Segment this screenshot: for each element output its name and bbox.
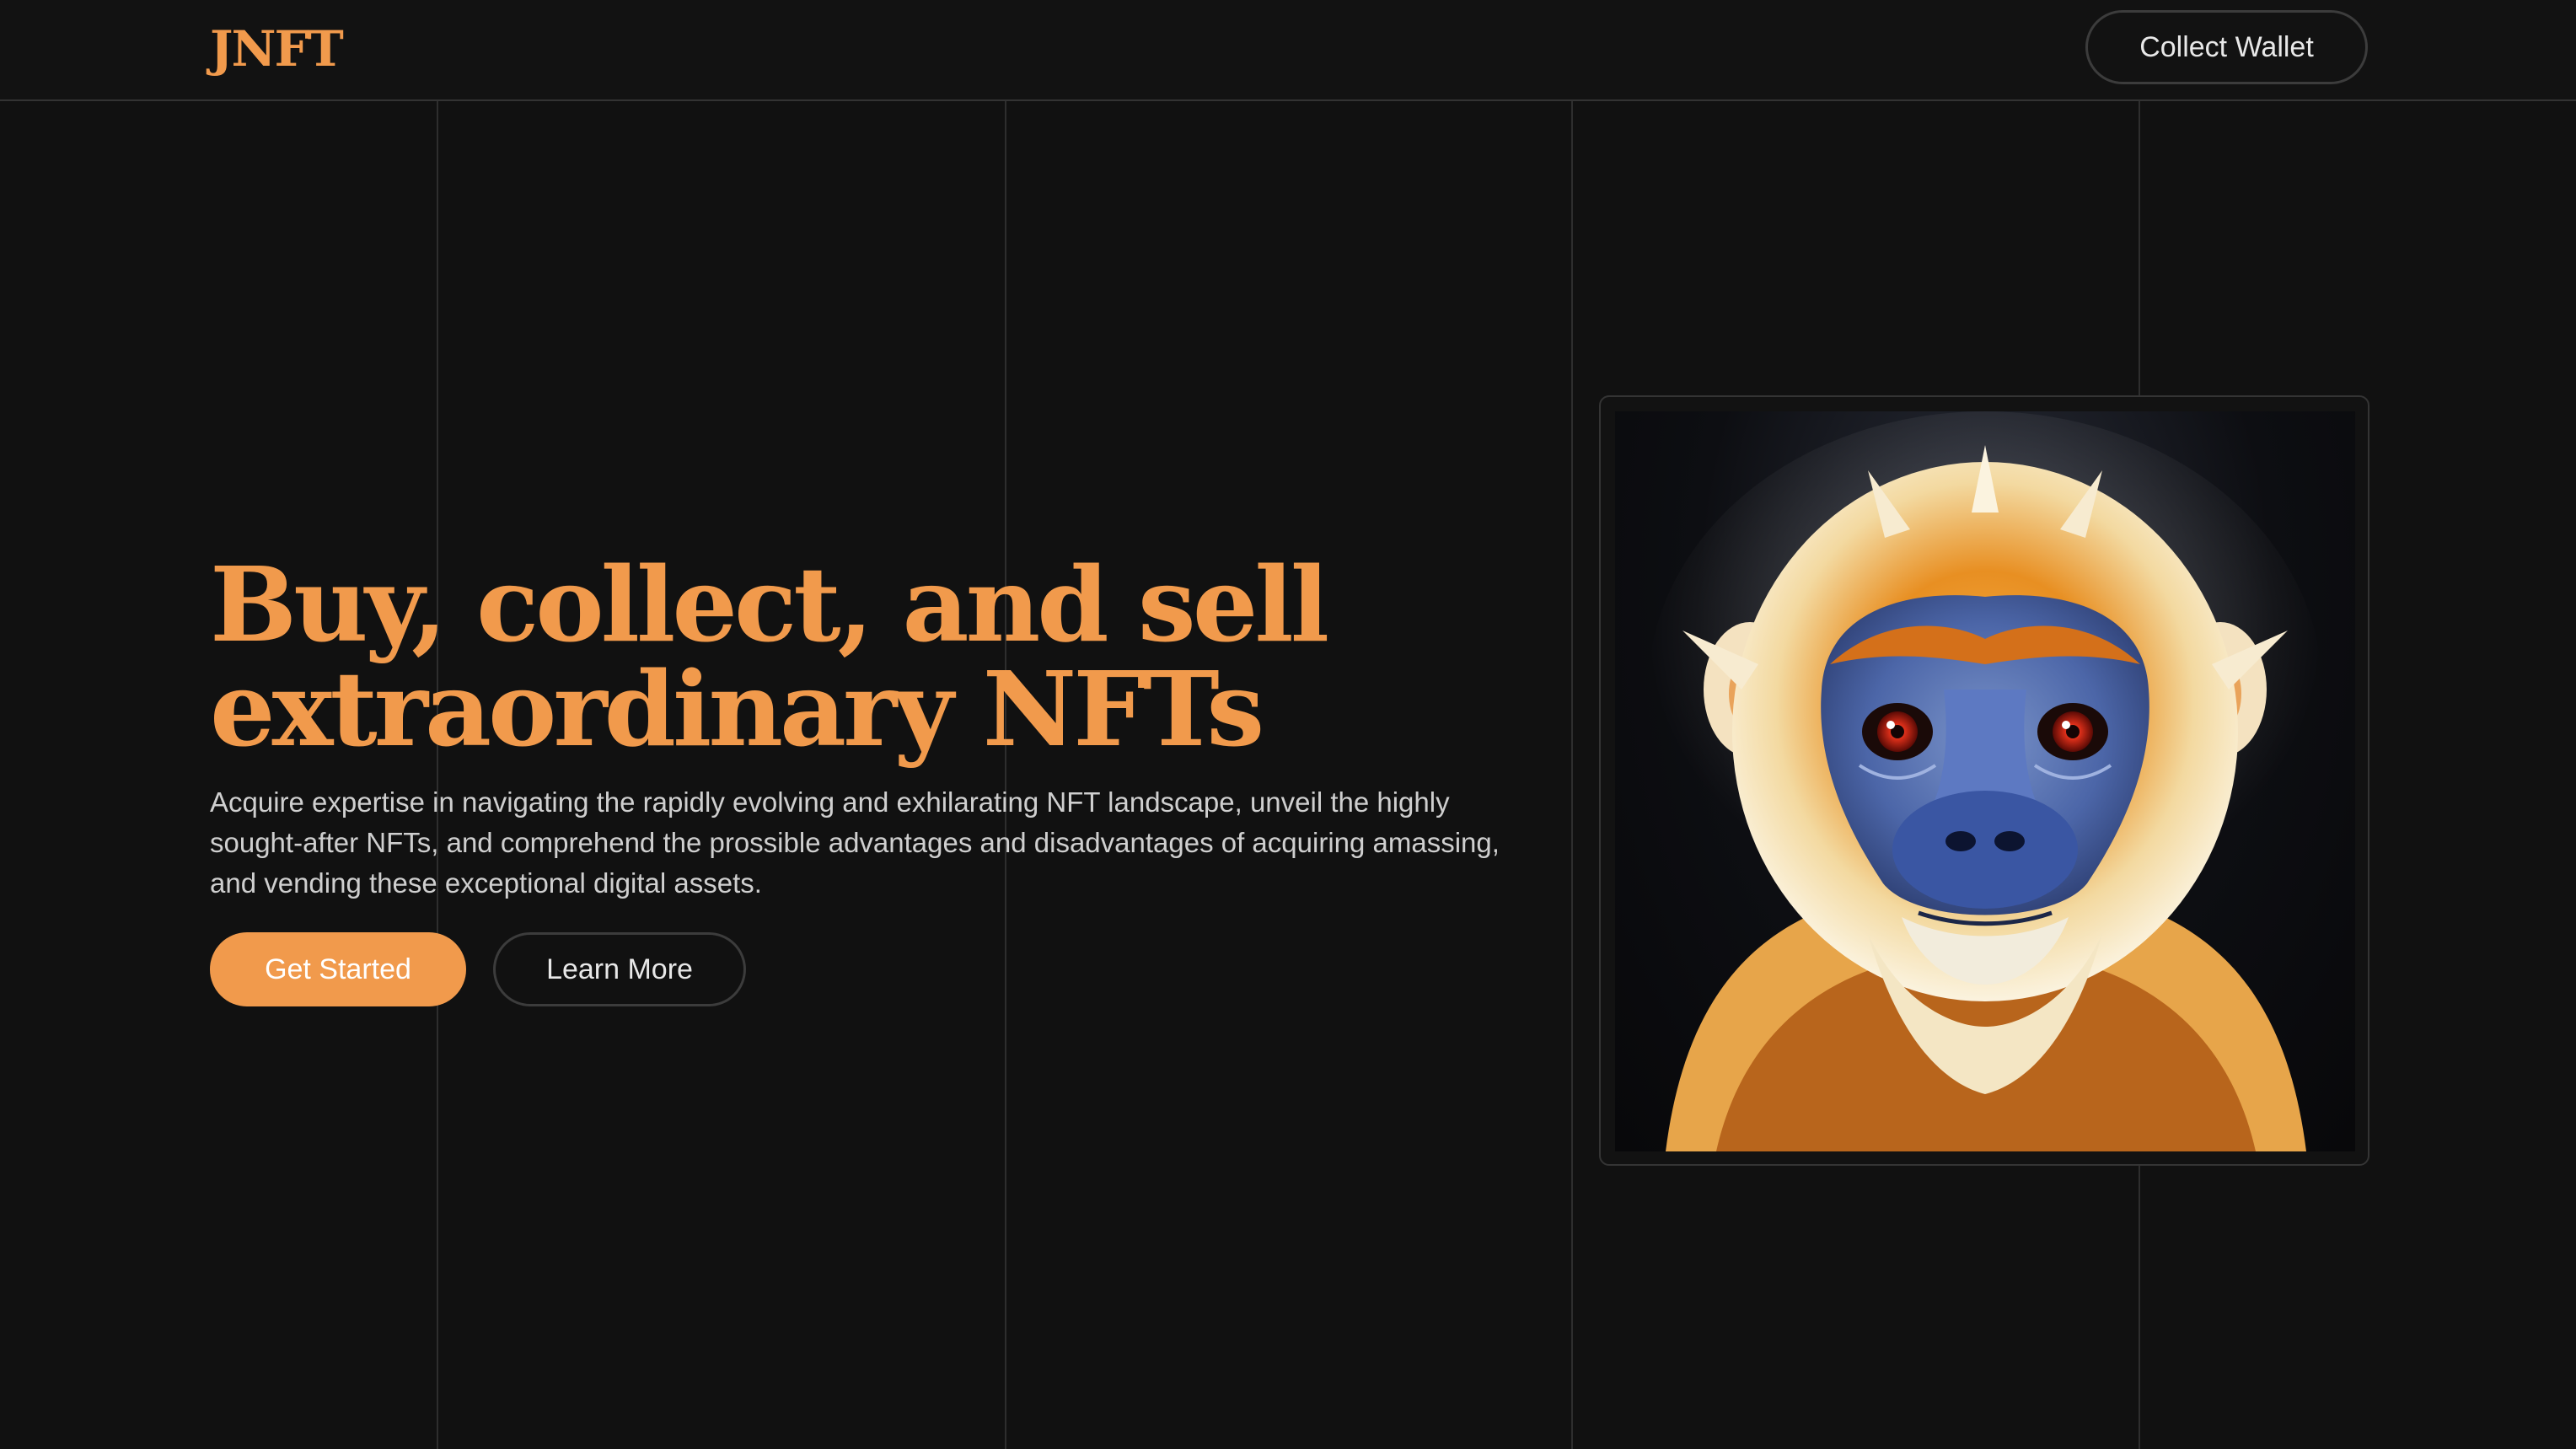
- logo[interactable]: JNFT: [210, 15, 344, 83]
- nft-artwork-card[interactable]: [1599, 395, 2369, 1166]
- hero-description: Acquire expertise in navigating the rapi…: [210, 786, 1500, 899]
- top-nav: JNFT Collect Wallet: [0, 0, 2576, 101]
- monkey-illustration: [1648, 411, 2322, 1151]
- get-started-button[interactable]: Get Started: [210, 932, 466, 1006]
- hero-headline: Buy, collect, and sell extraordinary NFT…: [210, 544, 1329, 770]
- headline-line-1: Buy, collect, and sell: [210, 544, 1329, 665]
- monkey-portrait-image: [1615, 411, 2355, 1151]
- headline-line-2: extraordinary NFTs: [210, 648, 1264, 770]
- collect-wallet-button[interactable]: Collect Wallet: [2085, 10, 2368, 84]
- landing-page: JNFT Collect Wallet Buy, collect, and se…: [0, 0, 2576, 1449]
- learn-more-button[interactable]: Learn More: [493, 932, 746, 1006]
- grid-line: [1571, 0, 1573, 1449]
